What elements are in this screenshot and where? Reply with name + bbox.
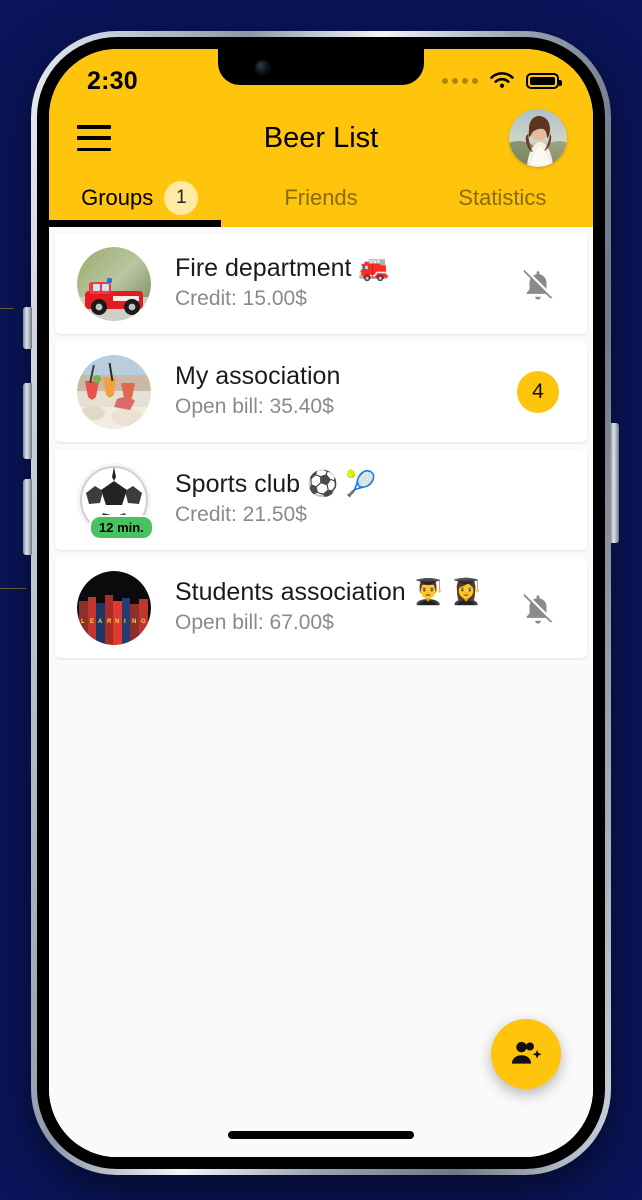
group-avatar-wrap: LEA RNI NG [77,570,151,645]
svg-text:N: N [115,619,119,625]
add-group-button[interactable] [491,1019,561,1089]
home-indicator[interactable] [228,1131,414,1139]
group-text: My association Open bill: 35.40$ [151,362,515,422]
group-text: Students association 👨‍🎓 👩‍🎓 Open bill: … [151,578,515,638]
signal-dots-icon [442,78,478,84]
navigation-bar: Beer List [49,107,593,169]
list-item[interactable]: LEA RNI NG [55,557,587,658]
front-camera-icon [256,60,269,74]
phone-screen: 2:30 Beer List Groups 1 Friends Statisti… [49,49,593,1157]
page-backdrop: 2:30 Beer List Groups 1 Friends Statisti… [0,0,642,1200]
phone-bezel: 2:30 Beer List Groups 1 Friends Statisti… [37,37,605,1169]
guide-line-left-bottom [0,588,26,589]
groups-list-area: Fire department 🚒 Credit: 15.00$ My asso… [49,227,593,1157]
svg-text:L: L [81,619,85,625]
tab-groups[interactable]: Groups 1 [49,169,230,227]
time-badge: 12 min. [89,514,154,540]
group-name: Sports club ⚽ 🎾 [175,469,377,498]
groups-list: Fire department 🚒 Credit: 15.00$ My asso… [49,227,593,1157]
wifi-icon [490,72,514,88]
trailing-slot[interactable] [515,267,561,301]
group-subtitle: Open bill: 67.00$ [175,611,334,635]
device-notch [218,49,424,85]
group-avatar-wrap [77,354,151,429]
battery-full-icon [526,73,562,89]
guide-line-left-top [0,308,14,309]
active-tab-indicator [49,220,221,227]
group-name: Students association 👨‍🎓 👩‍🎓 [175,577,482,606]
group-subtitle: Credit: 15.00$ [175,287,307,311]
group-subtitle: Open bill: 35.40$ [175,395,334,419]
list-item[interactable]: 12 min. Sports club ⚽ 🎾 Credit: 21.50$ [55,449,587,550]
group-text: Fire department 🚒 Credit: 15.00$ [151,254,515,314]
group-name: Fire department 🚒 [175,253,390,282]
svg-text:G: G [141,619,146,625]
group-avatar-wrap: 12 min. [77,462,154,540]
svg-text:N: N [132,619,136,625]
svg-text:R: R [107,619,112,625]
phone-frame: 2:30 Beer List Groups 1 Friends Statisti… [23,31,619,1175]
tab-bar: Groups 1 Friends Statistics [49,169,593,227]
trailing-slot[interactable]: 4 [515,370,561,413]
group-name: My association [175,361,341,390]
power-button[interactable] [610,423,619,543]
tab-groups-label: Groups [81,185,154,210]
volume-up-button[interactable] [23,383,32,459]
list-item[interactable]: Fire department 🚒 Credit: 15.00$ [55,233,587,334]
group-text: Sports club ⚽ 🎾 Credit: 21.50$ [151,470,515,530]
status-badge[interactable]: 4 [517,370,559,413]
cheers-drinks-photo [77,354,151,429]
volume-down-button[interactable] [23,479,32,555]
books-learning-photo: LEA RNI NG [77,570,151,645]
tab-friends[interactable]: Friends [230,169,411,227]
add-group-member-icon [511,1041,542,1064]
silent-switch-button[interactable] [23,307,32,349]
svg-text:A: A [98,619,103,625]
status-indicators [442,71,562,91]
trailing-slot[interactable] [515,591,561,625]
group-avatar-wrap [77,246,151,321]
bell-off-icon[interactable] [521,591,555,625]
hamburger-menu-icon[interactable] [77,125,111,151]
bell-off-icon[interactable] [521,267,555,301]
fire-truck-photo [77,246,151,321]
tab-friends-label: Friends [284,185,358,210]
tab-statistics-label: Statistics [458,185,547,210]
tab-statistics[interactable]: Statistics [412,169,593,227]
status-time: 2:30 [87,66,138,95]
tab-groups-badge: 1 [164,181,199,215]
group-subtitle: Credit: 21.50$ [175,503,307,527]
svg-text:E: E [90,619,94,625]
avatar[interactable] [509,109,567,167]
list-item[interactable]: My association Open bill: 35.40$ 4 [55,341,587,442]
